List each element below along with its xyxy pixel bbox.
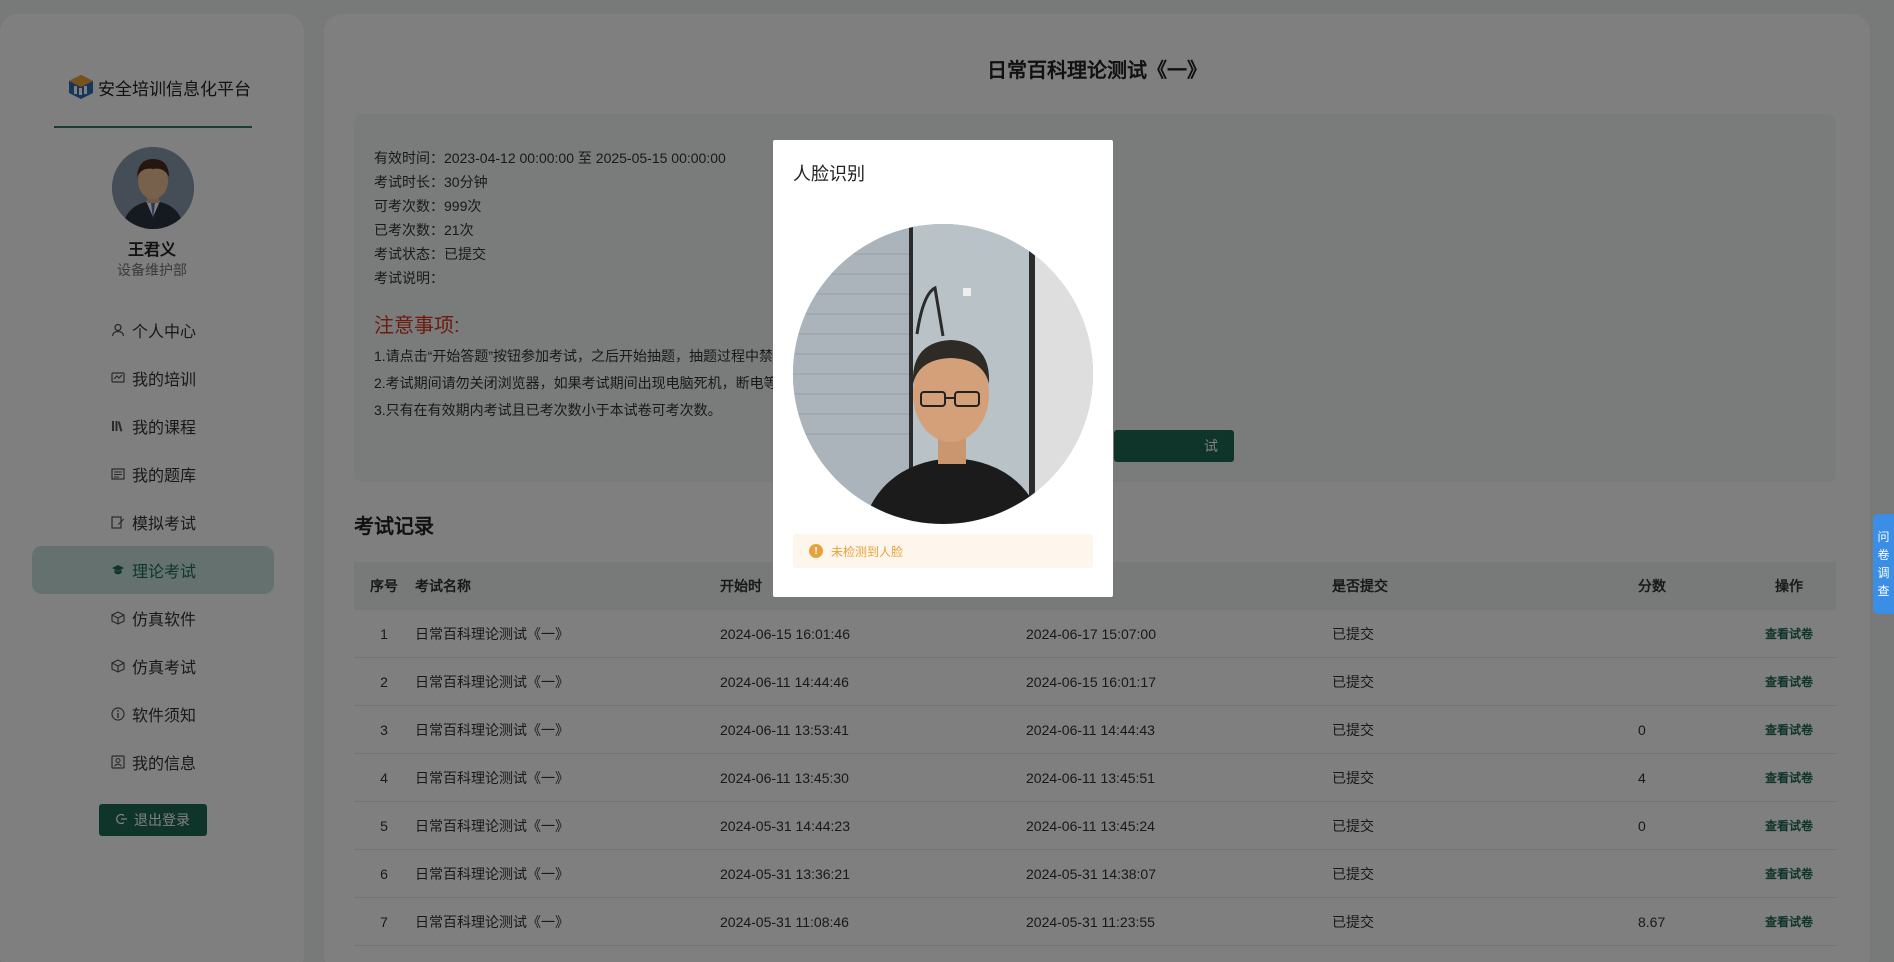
camera-preview (793, 224, 1093, 524)
survey-tab[interactable]: 问 卷 调 查 (1873, 514, 1894, 614)
survey-char: 问 (1877, 530, 1890, 544)
survey-char: 卷 (1877, 548, 1890, 562)
survey-char: 调 (1877, 566, 1890, 580)
alert-text: 未检测到人脸 (831, 544, 904, 559)
survey-char: 查 (1877, 584, 1890, 598)
dialog-title: 人脸识别 (793, 164, 865, 184)
face-recognition-dialog: 人脸识别 ! 未检测到人脸 (773, 140, 1113, 597)
face-detect-alert: ! 未检测到人脸 (793, 534, 1093, 568)
warning-icon: ! (809, 544, 823, 558)
